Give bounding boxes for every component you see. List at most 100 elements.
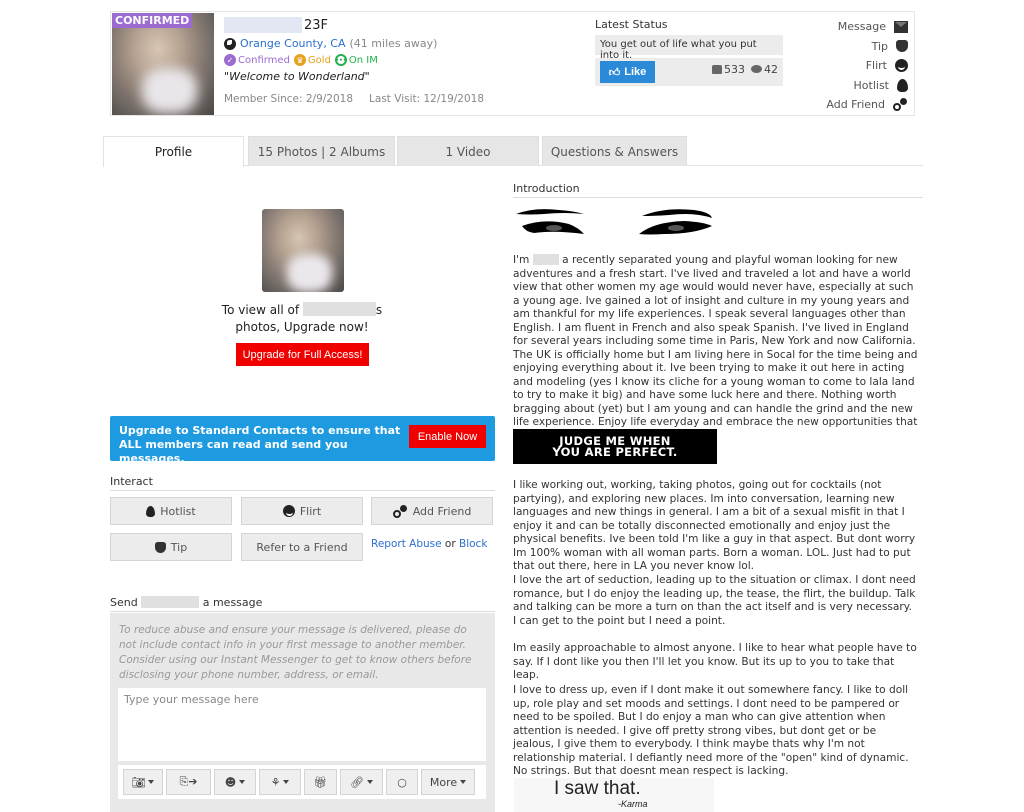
message-action[interactable]: Message (826, 17, 908, 37)
report-block-links: Report Abuse or Block (371, 538, 487, 550)
age-gender: 23F (304, 17, 329, 33)
flirt-button[interactable]: Flirt (241, 497, 363, 525)
share-photo-button[interactable]: ⎘➔ (166, 769, 211, 795)
bio-paragraph-2: I like working out, working, taking phot… (513, 479, 916, 572)
tab-questions-answers[interactable]: Questions & Answers (542, 136, 687, 166)
profile-photo-thumbnail[interactable] (262, 209, 344, 292)
view-all-prefix: To view all of (221, 303, 300, 317)
send-message-heading: Send a message (110, 596, 495, 612)
status-title: Latest Status (595, 18, 668, 31)
flame-icon (146, 505, 156, 517)
globe-icon (224, 37, 236, 50)
gift-icon: 🎁︎ (313, 775, 328, 789)
view-all-line2: photos, Upgrade now! (235, 320, 369, 334)
redacted-username (302, 302, 376, 316)
comment-count[interactable]: 42 (751, 63, 778, 76)
message-input[interactable] (118, 688, 486, 761)
action-label: Tip (871, 39, 888, 53)
add-friend-icon (392, 504, 408, 518)
on-im-badge[interactable]: ••• On IM (334, 54, 378, 66)
thumbs-up-icon (712, 65, 722, 74)
check-icon: ✓ (224, 54, 236, 66)
flirt-action[interactable]: Flirt (826, 56, 908, 76)
bio-paragraph-3: I love the art of seduction, leading up … (513, 574, 916, 627)
confirmed-badge: CONFIRMED (112, 13, 193, 28)
like-label: Like (624, 66, 647, 78)
report-abuse-link[interactable]: Report Abuse (371, 538, 442, 550)
view-all-suffix: s (375, 303, 383, 317)
crown-icon: ♛ (293, 54, 306, 66)
action-label: Flirt (865, 59, 887, 73)
message-composer: To reduce abuse and ensure your message … (110, 613, 495, 812)
bio-paragraph-1: I'm a recently separated young and playf… (513, 254, 918, 443)
tab-profile[interactable]: Profile (103, 136, 244, 167)
location-link[interactable]: Orange County, CA (240, 37, 346, 50)
profile-tabs: Profile 15 Photos | 2 Albums 1 Video Que… (103, 136, 923, 167)
bio-prefix: I'm (513, 254, 530, 266)
distance: (41 miles away) (349, 37, 438, 50)
send-suffix: a message (202, 596, 263, 609)
tab-video[interactable]: 1 Video (397, 136, 539, 166)
quote-mark: " (364, 70, 370, 83)
coins-icon (154, 541, 166, 553)
latest-status: Latest Status You get out of life what y… (595, 18, 783, 86)
or-text: or (444, 538, 456, 550)
hotlist-action[interactable]: Hotlist (826, 76, 908, 96)
enable-now-button[interactable]: Enable Now (409, 425, 486, 448)
block-link[interactable]: Block (459, 538, 487, 550)
profile-headline: "Welcome to Wonderland" (224, 70, 484, 83)
comment-icon (751, 65, 762, 73)
profile-avatar[interactable]: CONFIRMED (112, 13, 214, 115)
badge-label: On IM (348, 54, 378, 66)
share-photo-icon: ⎘➔ (179, 775, 198, 788)
redacted-username (224, 17, 302, 33)
quick-actions: Message Tip Flirt Hotlist Add Friend (826, 17, 908, 115)
member-since: Member Since: 2/9/2018 (224, 93, 354, 105)
wink-icon (895, 59, 908, 73)
link-icon: 🔗︎ (350, 775, 364, 789)
tab-photos[interactable]: 15 Photos | 2 Albums (248, 136, 395, 166)
badge-label: Gold (307, 54, 331, 66)
profile-header: CONFIRMED 23F Orange County, CA (41 mile… (110, 11, 915, 116)
tip-action[interactable]: Tip (826, 37, 908, 57)
badges: ✓ Confirmed ♛ Gold ••• On IM (224, 54, 484, 66)
eyes-image (516, 209, 712, 235)
tip-button[interactable]: Tip (110, 533, 232, 561)
emoji-button[interactable]: ☻ (214, 769, 256, 795)
thumbs-up-icon: 👍︎ (608, 66, 621, 79)
add-friend-icon (893, 98, 908, 112)
introduction-heading: Introduction (513, 182, 923, 198)
button-label: Tip (170, 540, 188, 554)
left-eyebrow (516, 209, 584, 215)
action-label: Add Friend (826, 98, 885, 112)
refer-friend-button[interactable]: Refer to a Friend (241, 533, 363, 561)
smiley-icon: ☻ (224, 775, 237, 789)
promo-text: Upgrade to Standard Contacts to ensure t… (119, 424, 401, 465)
like-count-value: 533 (724, 63, 745, 76)
message-notice: To reduce abuse and ensure your message … (119, 624, 472, 681)
add-friend-action[interactable]: Add Friend (826, 95, 908, 115)
photo-attach-button[interactable]: 📷︎ (123, 769, 163, 795)
chevron-down-icon (366, 780, 373, 784)
status-text: You get out of life what you put into it… (595, 35, 783, 61)
gift-button[interactable]: 🎁︎ (304, 769, 337, 795)
more-button[interactable]: More (421, 769, 475, 795)
flower-icon: ⚘ (270, 775, 281, 789)
ring-button[interactable]: ○ (386, 769, 418, 795)
message-toolbar: 📷︎ ⎘➔ ☻ ⚘ 🎁︎ 🔗︎ ○ More (118, 765, 486, 799)
interact-heading: Interact (110, 475, 495, 491)
like-button[interactable]: 👍︎ Like (600, 61, 655, 83)
standard-contacts-promo: Upgrade to Standard Contacts to ensure t… (110, 416, 495, 465)
chevron-down-icon (283, 780, 290, 784)
flame-icon (897, 78, 908, 92)
view-all-photos-text: To view all of s photos, Upgrade now! (110, 302, 494, 336)
profile-info: 23F Orange County, CA (41 miles away) ✓ … (224, 16, 484, 105)
karma-image: I saw that. -Karma (514, 778, 714, 812)
link-button[interactable]: 🔗︎ (340, 769, 383, 795)
upgrade-full-access-button[interactable]: Upgrade for Full Access! (236, 343, 369, 366)
right-iris (668, 225, 684, 231)
hotlist-button[interactable]: Hotlist (110, 497, 232, 525)
flower-button[interactable]: ⚘ (259, 769, 301, 795)
button-label: Refer to a Friend (256, 540, 348, 554)
add-friend-button[interactable]: Add Friend (371, 497, 493, 525)
